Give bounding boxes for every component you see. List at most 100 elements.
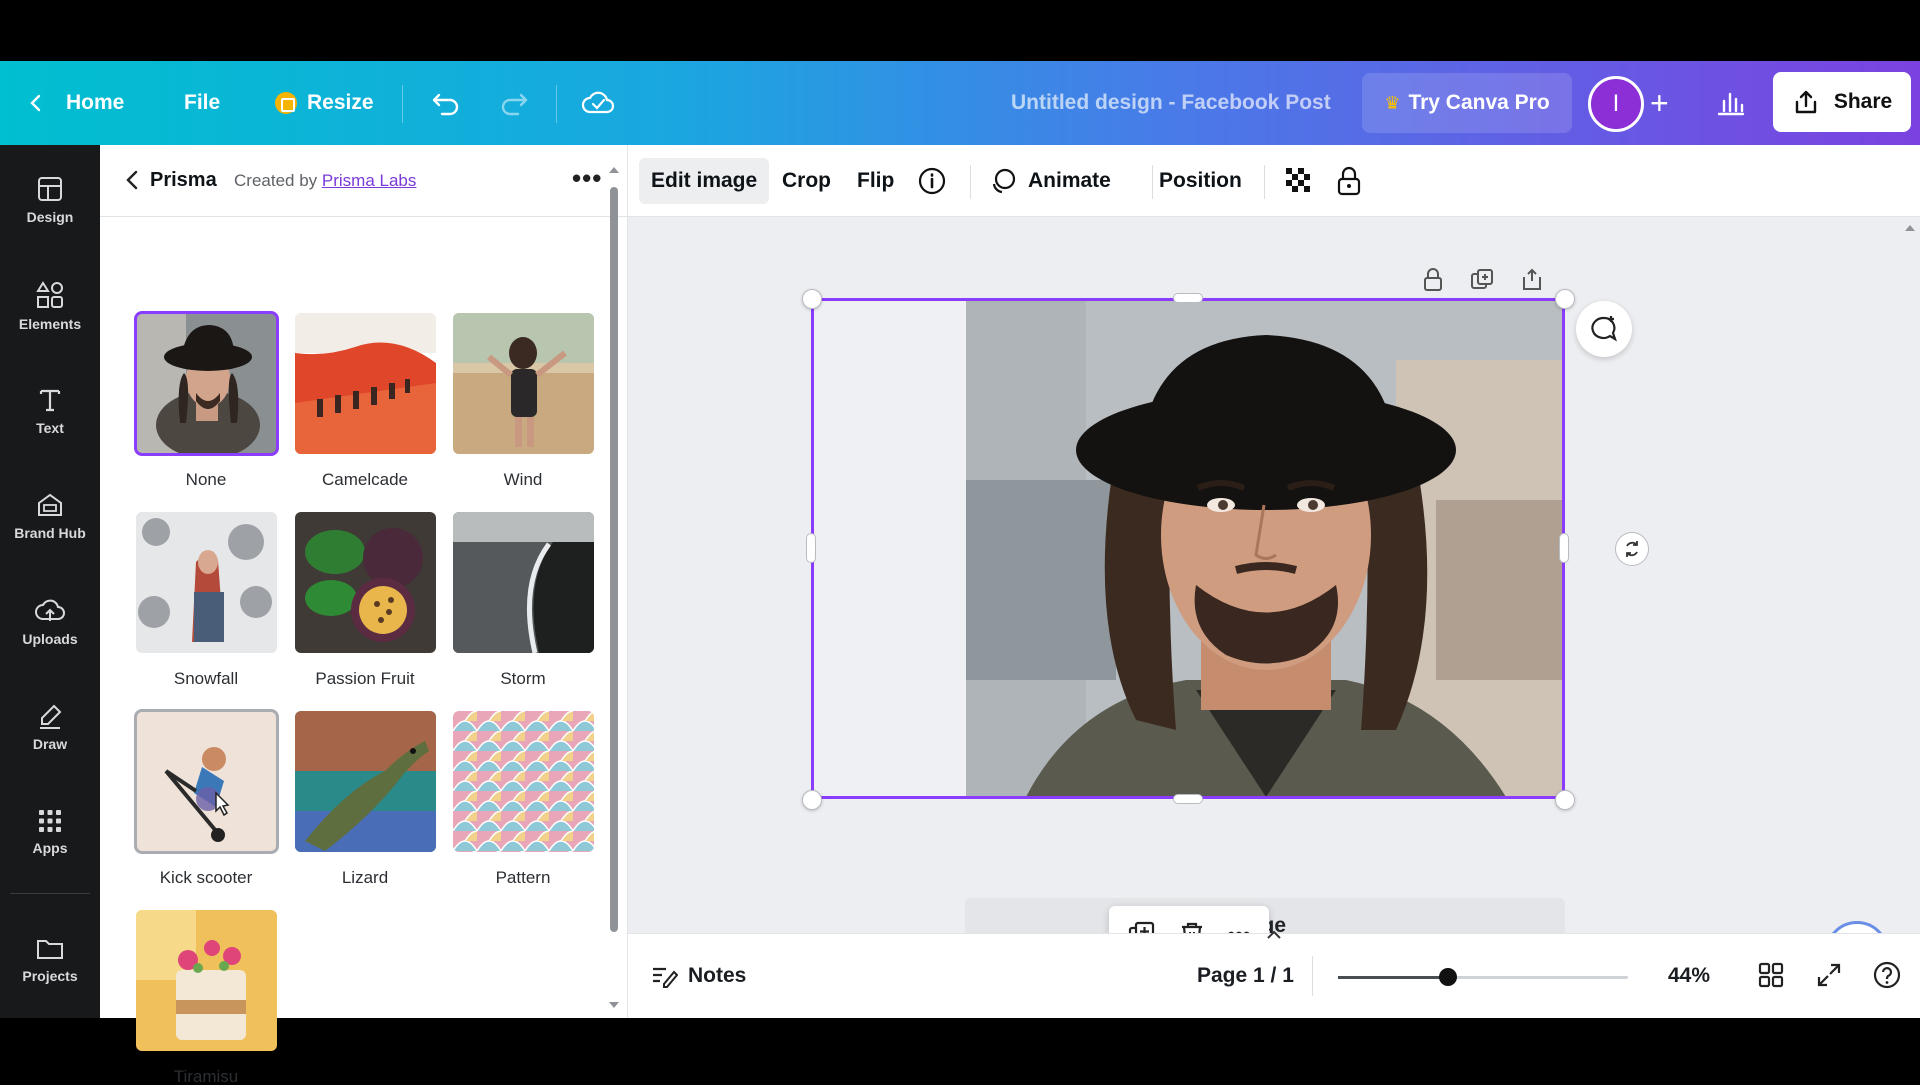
grid-view-button[interactable] bbox=[1758, 962, 1784, 988]
share-button[interactable]: Share bbox=[1773, 72, 1911, 132]
zoom-slider-knob[interactable] bbox=[1439, 968, 1458, 986]
rotate-button[interactable] bbox=[1615, 532, 1649, 566]
divider bbox=[1312, 956, 1313, 996]
rail-item-brand-hub[interactable]: Brand Hub bbox=[0, 471, 100, 561]
animate-button[interactable]: Animate bbox=[988, 158, 1111, 204]
zoom-slider-fill bbox=[1338, 976, 1449, 979]
folder-icon bbox=[37, 940, 63, 959]
resize-button[interactable]: Resize bbox=[275, 61, 374, 145]
rail-item-design[interactable]: Design bbox=[0, 155, 100, 245]
resize-label: Resize bbox=[307, 91, 374, 114]
resize-handle-br[interactable] bbox=[1555, 790, 1575, 810]
crop-button[interactable]: Crop bbox=[782, 158, 831, 204]
filter-thumb-kick-scooter[interactable] bbox=[134, 709, 279, 854]
filter-thumb-pattern[interactable] bbox=[453, 711, 594, 852]
page-indicator[interactable]: Page 1 / 1 bbox=[1197, 964, 1294, 988]
filter-thumb-snowfall[interactable] bbox=[136, 512, 277, 653]
animate-label: Animate bbox=[1028, 169, 1111, 192]
zoom-level[interactable]: 44% bbox=[1668, 964, 1710, 988]
transparency-button[interactable] bbox=[1284, 158, 1314, 204]
avatar[interactable]: I bbox=[1588, 76, 1644, 132]
filter-thumb-tiramisu[interactable] bbox=[136, 910, 277, 1051]
file-menu[interactable]: File bbox=[184, 61, 220, 145]
shapes-icon bbox=[36, 281, 63, 308]
notes-label: Notes bbox=[688, 964, 747, 987]
rail-label: Brand Hub bbox=[14, 525, 86, 541]
help-button[interactable] bbox=[1872, 960, 1902, 990]
redo-button[interactable] bbox=[498, 61, 530, 145]
position-button[interactable]: Position bbox=[1159, 158, 1242, 204]
rail-item-draw[interactable]: Draw bbox=[0, 682, 100, 772]
creator-link[interactable]: Prisma Labs bbox=[322, 171, 416, 190]
flip-button[interactable]: Flip bbox=[857, 158, 894, 204]
design-title[interactable]: Untitled design - Facebook Post bbox=[1011, 61, 1331, 145]
resize-handle-left[interactable] bbox=[806, 533, 816, 563]
filter-thumb-passion-fruit[interactable] bbox=[295, 512, 436, 653]
more-options-icon[interactable]: ••• bbox=[572, 163, 602, 194]
top-bar: Home File Resize Untitled design - Faceb… bbox=[0, 61, 1920, 145]
resize-handle-right[interactable] bbox=[1559, 533, 1569, 563]
cloud-check-icon bbox=[581, 91, 615, 114]
divider bbox=[10, 893, 90, 894]
divider bbox=[556, 85, 557, 123]
notes-button[interactable]: Notes bbox=[650, 964, 746, 988]
filter-thumb-camelcade[interactable] bbox=[295, 313, 436, 454]
lock-icon[interactable] bbox=[1421, 267, 1445, 293]
fullscreen-button[interactable] bbox=[1816, 962, 1842, 988]
filter-thumb-lizard[interactable] bbox=[295, 711, 436, 852]
filter-thumb-wind[interactable] bbox=[453, 313, 594, 454]
page-indicator-text: Page 1 / 1 bbox=[1197, 964, 1294, 987]
rail-item-text[interactable]: Text bbox=[0, 366, 100, 456]
file-label: File bbox=[184, 91, 221, 114]
try-canva-pro-button[interactable]: ♛ Try Canva Pro bbox=[1362, 73, 1572, 133]
duplicate-icon[interactable] bbox=[1469, 267, 1495, 293]
scroll-thumb[interactable] bbox=[610, 187, 618, 932]
chevron-up-icon[interactable] bbox=[1266, 930, 1282, 940]
filter-label: Pattern bbox=[495, 868, 551, 887]
zoom-label: 44% bbox=[1668, 964, 1711, 987]
resize-handle-tr[interactable] bbox=[1555, 289, 1575, 309]
lock-button[interactable] bbox=[1336, 158, 1362, 204]
resize-handle-tl[interactable] bbox=[802, 289, 822, 309]
panel-header: Prisma Created by Prisma Labs ••• bbox=[100, 145, 628, 217]
undo-button[interactable] bbox=[430, 61, 462, 145]
plus-icon: + bbox=[1650, 84, 1669, 121]
panel-scrollbar[interactable] bbox=[608, 165, 620, 1010]
rail-item-elements[interactable]: Elements bbox=[0, 261, 100, 351]
thumb-image bbox=[295, 313, 436, 454]
thumb-image bbox=[453, 313, 594, 454]
thumb-image bbox=[136, 910, 277, 1051]
rail-label: Draw bbox=[32, 736, 68, 752]
selection-box bbox=[811, 298, 1565, 799]
canva-editor: Home File Resize Untitled design - Faceb… bbox=[0, 61, 1920, 1085]
rail-item-projects[interactable]: Projects bbox=[0, 915, 100, 1005]
add-collaborator-button[interactable]: + bbox=[1650, 61, 1669, 145]
rail-item-apps[interactable]: Apps bbox=[0, 787, 100, 877]
filter-label: Kick scooter bbox=[159, 868, 253, 887]
filter-thumb-none[interactable] bbox=[134, 311, 279, 456]
edit-image-button[interactable]: Edit image bbox=[639, 158, 770, 204]
zoom-slider[interactable] bbox=[1338, 968, 1628, 986]
cloud-save-button[interactable] bbox=[580, 61, 616, 145]
resize-handle-bottom[interactable] bbox=[1173, 794, 1203, 804]
back-button[interactable] bbox=[122, 168, 142, 197]
info-button[interactable] bbox=[917, 158, 947, 204]
scroll-down-icon bbox=[609, 1002, 619, 1008]
rail-item-uploads[interactable]: Uploads bbox=[0, 577, 100, 667]
insights-button[interactable] bbox=[1716, 61, 1746, 145]
thumb-image bbox=[136, 711, 277, 852]
help-icon bbox=[1873, 961, 1901, 989]
design-canvas[interactable]: page ••• bbox=[628, 217, 1920, 1007]
resize-handle-top[interactable] bbox=[1173, 293, 1203, 303]
filter-label: Tiramisu bbox=[173, 1067, 239, 1085]
resize-handle-bl[interactable] bbox=[802, 790, 822, 810]
home-button[interactable]: Home bbox=[24, 61, 124, 145]
filter-thumb-storm[interactable] bbox=[453, 512, 594, 653]
comment-button[interactable] bbox=[1576, 301, 1632, 357]
share-out-icon[interactable] bbox=[1519, 267, 1545, 293]
vscroll-up-icon[interactable] bbox=[1904, 223, 1916, 233]
chevron-left-icon bbox=[126, 170, 138, 190]
thumb-image bbox=[136, 313, 277, 454]
filter-label: Storm bbox=[500, 669, 546, 688]
created-by: Created by Prisma Labs bbox=[234, 171, 416, 191]
